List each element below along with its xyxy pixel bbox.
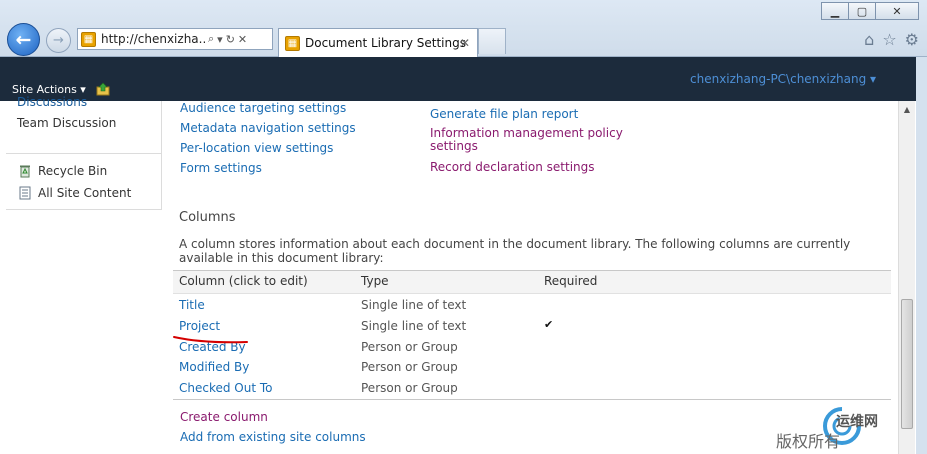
red-annotation-underline	[173, 336, 248, 344]
left-navigation: Discussions Team Discussion Recycle Bin …	[6, 95, 162, 209]
tab-title: Document Library Settings	[305, 36, 466, 50]
link-form-settings[interactable]: Form settings	[180, 161, 262, 175]
vertical-scrollbar[interactable]: ▲	[898, 101, 915, 454]
nav-all-site-content-label: All Site Content	[38, 186, 132, 200]
sharepoint-ribbon: Site Actions ▾ chenxizhang-PC\chenxizhan…	[0, 57, 916, 101]
column-type-title: Single line of text	[361, 298, 467, 312]
window-controls: ▁ ▢ ✕	[821, 2, 919, 20]
watermark-site-name: 运维网	[836, 414, 878, 430]
link-generate-file-plan[interactable]: Generate file plan report	[430, 107, 578, 121]
nav-recycle-bin[interactable]: Recycle Bin	[18, 164, 107, 178]
column-link-modified-by[interactable]: Modified By	[179, 360, 249, 374]
forward-button[interactable]: →	[46, 28, 71, 53]
column-type-created-by: Person or Group	[361, 340, 458, 354]
link-add-existing-site-columns[interactable]: Add from existing site columns	[180, 430, 366, 444]
stop-icon[interactable]: ✕	[238, 33, 247, 46]
table-bottom-border	[173, 399, 891, 400]
search-icon[interactable]: ⌕	[208, 32, 214, 46]
sharepoint-favicon-icon: ▦	[81, 31, 96, 47]
address-bar[interactable]: ▦ http://chenxizha... ⌕ ▾ ↻ ✕	[77, 28, 273, 50]
column-link-project[interactable]: Project	[179, 319, 220, 333]
browser-chrome: ▁ ▢ ✕ ← → ▦ http://chenxizha... ⌕ ▾ ↻ ✕ …	[0, 0, 927, 57]
close-window-button[interactable]: ✕	[875, 2, 919, 20]
home-icon[interactable]: ⌂	[864, 30, 874, 49]
new-tab-button[interactable]	[478, 28, 506, 54]
nav-bottom-divider	[6, 209, 162, 210]
column-type-modified-by: Person or Group	[361, 360, 458, 374]
dropdown-chevron-icon[interactable]: ▾	[217, 33, 223, 46]
user-menu[interactable]: chenxizhang-PC\chenxizhang ▾	[690, 72, 876, 86]
header-required: Required	[544, 274, 598, 288]
header-column: Column (click to edit)	[179, 274, 308, 288]
nav-team-discussion[interactable]: Team Discussion	[17, 116, 116, 130]
link-metadata-navigation[interactable]: Metadata navigation settings	[180, 121, 356, 135]
nav-divider	[6, 153, 162, 154]
user-name: chenxizhang-PC\chenxizhang	[690, 72, 867, 86]
header-type: Type	[361, 274, 389, 288]
refresh-icon[interactable]: ↻	[226, 33, 235, 46]
columns-section-title: Columns	[179, 210, 236, 225]
arrow-right-icon: →	[53, 33, 64, 48]
column-type-project: Single line of text	[361, 319, 467, 333]
favorites-star-icon[interactable]: ☆	[882, 30, 896, 49]
maximize-icon: ▢	[856, 4, 868, 18]
watermark-copyright: 版权所有	[776, 432, 841, 451]
settings-gear-icon[interactable]: ⚙	[905, 30, 919, 49]
navigate-up-icon[interactable]	[96, 82, 110, 96]
nav-all-site-content[interactable]: All Site Content	[18, 186, 131, 200]
link-record-declaration[interactable]: Record declaration settings	[430, 160, 595, 174]
sharepoint-favicon-icon: ▦	[285, 35, 300, 51]
address-url[interactable]: http://chenxizha...	[101, 32, 205, 46]
column-type-checked-out-to: Person or Group	[361, 381, 458, 395]
site-content-icon	[19, 186, 31, 200]
scroll-up-arrow-icon[interactable]: ▲	[899, 101, 915, 117]
browser-toolbar: ⌂ ☆ ⚙	[864, 30, 919, 49]
arrow-left-icon: ←	[15, 28, 32, 51]
minimize-icon: ▁	[830, 4, 840, 18]
tab-close-icon[interactable]: ✕	[460, 36, 470, 50]
link-per-location-view[interactable]: Per-location view settings	[180, 141, 333, 155]
back-button[interactable]: ←	[7, 23, 40, 56]
link-create-column[interactable]: Create column	[180, 410, 268, 424]
required-check-icon: ✔	[544, 318, 554, 331]
maximize-button[interactable]: ▢	[848, 2, 876, 20]
recycle-bin-icon	[20, 165, 30, 178]
nav-recycle-bin-label: Recycle Bin	[38, 164, 108, 178]
minimize-button[interactable]: ▁	[821, 2, 849, 20]
column-link-title[interactable]: Title	[179, 298, 205, 312]
column-link-checked-out-to[interactable]: Checked Out To	[179, 381, 273, 395]
nav-discussions[interactable]: Discussions	[17, 95, 87, 109]
scrollbar-thumb[interactable]	[901, 299, 913, 429]
link-audience-targeting[interactable]: Audience targeting settings	[180, 101, 346, 115]
window-frame-edge	[916, 57, 927, 454]
columns-description: A column stores information about each d…	[179, 237, 851, 265]
link-information-management-policy[interactable]: Information management policy settings	[430, 127, 630, 153]
close-icon: ✕	[892, 4, 902, 18]
tab-document-library-settings[interactable]: ▦ Document Library Settings ✕	[278, 28, 478, 57]
